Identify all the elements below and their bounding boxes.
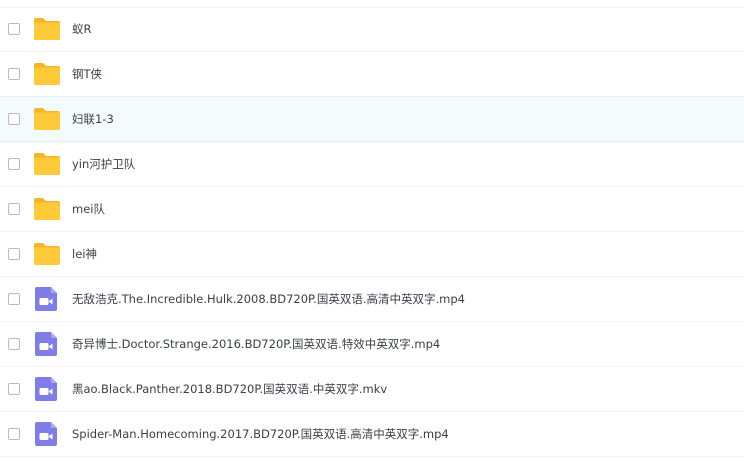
folder-row[interactable]: lei神 <box>0 232 744 277</box>
row-checkbox[interactable] <box>8 383 20 395</box>
folder-row[interactable]: yin河护卫队 <box>0 142 744 187</box>
file-name[interactable]: 黑ao.Black.Panther.2018.BD720P.国英双语.中英双字.… <box>72 367 387 411</box>
video-file-icon <box>33 377 61 401</box>
folder-icon <box>33 107 61 131</box>
folder-icon <box>33 152 61 176</box>
folder-icon <box>33 242 61 266</box>
file-name[interactable]: mei队 <box>72 187 105 231</box>
folder-row[interactable]: mei队 <box>0 187 744 232</box>
file-row[interactable]: Spider-Man.Homecoming.2017.BD720P.国英双语.高… <box>0 412 744 457</box>
file-name[interactable]: yin河护卫队 <box>72 142 135 186</box>
row-checkbox[interactable] <box>8 428 20 440</box>
row-checkbox[interactable] <box>8 158 20 170</box>
file-name[interactable]: 钢T侠 <box>72 52 102 96</box>
row-checkbox[interactable] <box>8 203 20 215</box>
file-row[interactable]: 奇异博士.Doctor.Strange.2016.BD720P.国英双语.特效中… <box>0 322 744 367</box>
row-checkbox[interactable] <box>8 338 20 350</box>
folder-row[interactable]: 蚁R <box>0 7 744 52</box>
video-file-icon <box>33 332 61 356</box>
file-name[interactable]: Spider-Man.Homecoming.2017.BD720P.国英双语.高… <box>72 412 449 456</box>
folder-icon <box>33 17 61 41</box>
file-row[interactable]: 无敌浩克.The.Incredible.Hulk.2008.BD720P.国英双… <box>0 277 744 322</box>
row-checkbox[interactable] <box>8 248 20 260</box>
row-checkbox[interactable] <box>8 293 20 305</box>
file-name[interactable]: 无敌浩克.The.Incredible.Hulk.2008.BD720P.国英双… <box>72 277 465 321</box>
video-file-icon <box>33 287 61 311</box>
file-name[interactable]: 妇联1-3 <box>72 97 114 141</box>
row-checkbox[interactable] <box>8 68 20 80</box>
row-checkbox[interactable] <box>8 23 20 35</box>
folder-icon <box>33 62 61 86</box>
video-file-icon <box>33 422 61 446</box>
folder-icon <box>33 197 61 221</box>
folder-row[interactable]: 妇联1-3 <box>0 96 744 142</box>
file-name[interactable]: lei神 <box>72 232 97 276</box>
folder-row[interactable]: 钢T侠 <box>0 52 744 97</box>
row-checkbox[interactable] <box>8 113 20 125</box>
file-name[interactable]: 奇异博士.Doctor.Strange.2016.BD720P.国英双语.特效中… <box>72 322 440 366</box>
file-row[interactable]: 黑ao.Black.Panther.2018.BD720P.国英双语.中英双字.… <box>0 367 744 412</box>
file-list: 蚁R 钢T侠 妇联1-3 yin河护卫队 mei队 lei神 无敌浩克.The.Incred… <box>0 7 744 457</box>
file-name[interactable]: 蚁R <box>72 7 92 51</box>
